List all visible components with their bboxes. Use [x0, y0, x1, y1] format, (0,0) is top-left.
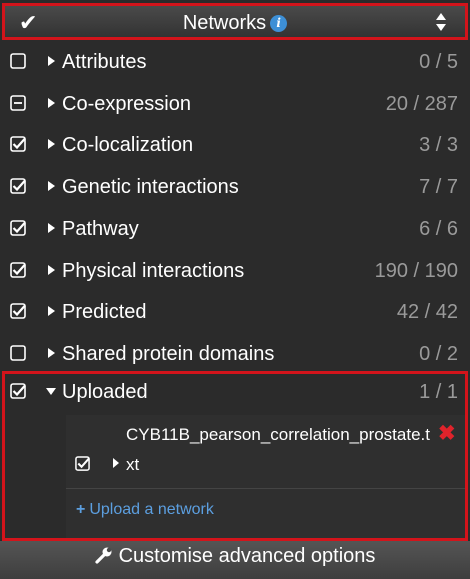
caret-right-icon[interactable]	[48, 139, 55, 150]
network-count: 20 / 287	[385, 92, 458, 115]
network-label: Co-expression	[62, 92, 191, 115]
checkbox-checked-icon[interactable]	[10, 303, 26, 319]
caret-right-icon[interactable]	[48, 347, 55, 358]
caret-right-icon[interactable]	[48, 56, 55, 66]
sort-updown-icon[interactable]	[435, 12, 447, 32]
network-count: 0 / 5	[419, 51, 458, 73]
network-row[interactable]: Predicted 42 / 42	[0, 291, 470, 332]
network-label: Physical interactions	[62, 259, 245, 282]
caret-right-icon[interactable]	[48, 222, 55, 233]
network-count: 42 / 42	[396, 301, 458, 324]
network-row[interactable]: Genetic interactions 7 / 7	[0, 166, 470, 207]
checkbox-empty-icon[interactable]	[10, 345, 26, 361]
checkbox-checked-icon[interactable]	[10, 136, 26, 153]
networks-header[interactable]: ✔ Networks i	[2, 3, 468, 40]
network-count: 6 / 6	[419, 217, 458, 240]
network-label: Shared protein domains	[62, 342, 275, 365]
network-row[interactable]: Shared protein domains 0 / 2	[0, 333, 470, 374]
network-count: 0 / 2	[419, 342, 458, 365]
wrench-icon	[94, 547, 112, 564]
network-row[interactable]: Attributes 0 / 5	[0, 41, 470, 82]
checkbox-checked-icon[interactable]	[10, 219, 26, 236]
network-row[interactable]: Physical interactions 190 / 190	[0, 250, 470, 291]
network-label: Genetic interactions	[62, 176, 239, 199]
checkbox-checked-icon[interactable]	[10, 178, 26, 194]
network-count: 190 / 190	[374, 259, 458, 282]
network-row[interactable]: Co-expression 20 / 287	[0, 83, 470, 124]
header-title-wrap: Networks i	[5, 11, 465, 35]
info-icon[interactable]: i	[270, 15, 288, 32]
header-title: Networks	[182, 12, 267, 34]
networks-panel: ✔ Networks i Attributes 0 / 5 Co-expression…	[0, 0, 470, 579]
network-row[interactable]: Pathway 6 / 6	[0, 208, 470, 249]
checkbox-checked-icon[interactable]	[10, 261, 26, 278]
caret-right-icon[interactable]	[48, 264, 55, 275]
network-count: 3 / 3	[419, 134, 458, 157]
footer-label: Customise advanced options	[118, 545, 376, 567]
network-label: Co-localization	[62, 134, 194, 157]
caret-right-icon[interactable]	[48, 181, 55, 192]
checkbox-indeterminate-icon[interactable]	[10, 94, 26, 111]
customise-advanced-options-button[interactable]: Customise advanced options	[0, 541, 470, 579]
network-label: Predicted	[62, 301, 147, 324]
checkbox-empty-icon[interactable]	[10, 53, 26, 69]
network-label: Pathway	[62, 217, 139, 240]
caret-right-icon[interactable]	[48, 97, 55, 108]
uploaded-highlight-box	[2, 371, 468, 541]
network-count: 7 / 7	[419, 176, 458, 199]
network-label: Attributes	[62, 51, 147, 73]
network-row[interactable]: Co-localization 3 / 3	[0, 124, 470, 165]
caret-right-icon[interactable]	[48, 306, 55, 317]
